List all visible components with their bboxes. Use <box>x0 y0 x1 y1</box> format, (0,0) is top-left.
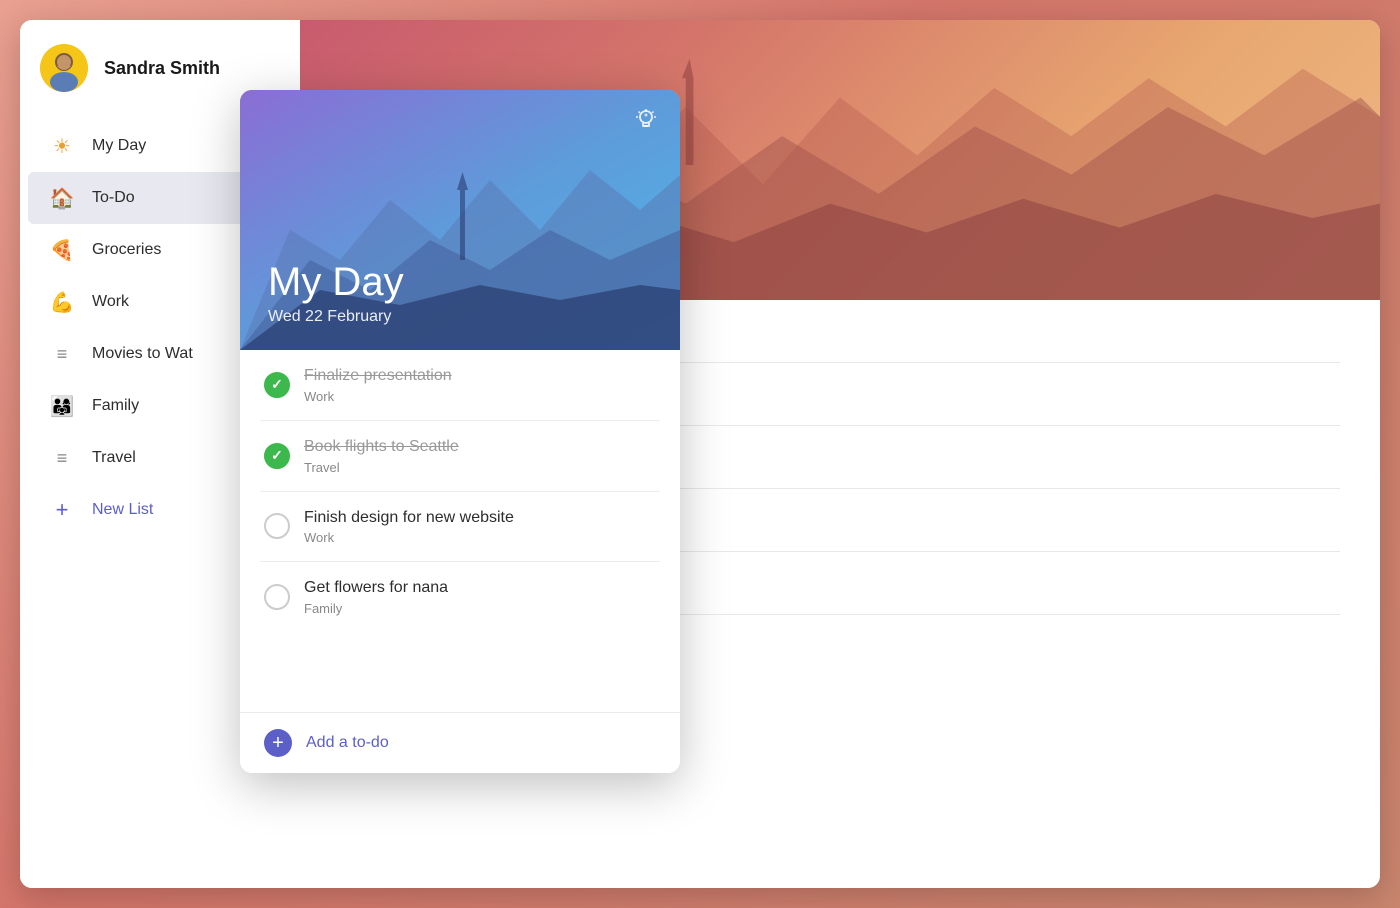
home-icon: 🏠 <box>48 184 76 212</box>
list-icon-travel: ≡ <box>48 444 76 472</box>
task-list-name: Family <box>304 601 656 616</box>
task-checkbox-2[interactable] <box>264 443 290 469</box>
task-info: Get flowers for nana Family <box>304 578 656 616</box>
new-list-label: New List <box>92 501 153 519</box>
sidebar-item-label: My Day <box>92 137 146 155</box>
task-list-name: Travel <box>304 460 656 475</box>
muscle-icon: 💪 <box>48 288 76 316</box>
list-item[interactable]: Get flowers for nana Family <box>260 562 660 632</box>
sidebar-item-label: Travel <box>92 449 136 467</box>
myday-header: My Day Wed 22 February <box>240 90 680 350</box>
task-name: Finalize presentation <box>304 366 656 387</box>
task-list-name: Work <box>304 530 656 545</box>
lightbulb-icon[interactable] <box>632 106 660 141</box>
family-icon: 👨‍👩‍👧 <box>48 392 76 420</box>
empty-space <box>240 632 680 712</box>
add-todo-label: Add a to-do <box>306 734 389 752</box>
avatar <box>40 44 88 92</box>
add-todo-button[interactable]: + Add a to-do <box>240 712 680 773</box>
task-info: Finish design for new website Work <box>304 508 656 546</box>
task-checkbox-1[interactable] <box>264 372 290 398</box>
task-name: Get flowers for nana <box>304 578 656 599</box>
myday-overlay-panel: My Day Wed 22 February Finalize presenta… <box>240 90 680 773</box>
add-icon: + <box>264 729 292 757</box>
sidebar-item-label: To-Do <box>92 189 135 207</box>
pizza-icon: 🍕 <box>48 236 76 264</box>
list-icon: ≡ <box>48 340 76 368</box>
overlay-task-list: Finalize presentation Work Book flights … <box>240 350 680 632</box>
list-item[interactable]: Finalize presentation Work <box>260 350 660 421</box>
add-icon: + <box>48 496 76 524</box>
sidebar-item-label: Groceries <box>92 241 161 259</box>
sidebar-item-label: Work <box>92 293 129 311</box>
task-name: Finish design for new website <box>304 508 656 529</box>
sidebar-item-label: Family <box>92 397 139 415</box>
user-name: Sandra Smith <box>104 58 220 79</box>
myday-date: Wed 22 February <box>268 308 652 326</box>
task-checkbox-4[interactable] <box>264 584 290 610</box>
task-name: Book flights to Seattle <box>304 437 656 458</box>
task-info: Book flights to Seattle Travel <box>304 437 656 475</box>
task-info: Finalize presentation Work <box>304 366 656 404</box>
sidebar-item-label: Movies to Wat <box>92 345 193 363</box>
task-checkbox-3[interactable] <box>264 513 290 539</box>
task-list-name: Work <box>304 389 656 404</box>
list-item[interactable]: Finish design for new website Work <box>260 492 660 563</box>
list-item[interactable]: Book flights to Seattle Travel <box>260 421 660 492</box>
myday-title: My Day <box>268 260 652 304</box>
sun-icon: ☀ <box>48 132 76 160</box>
